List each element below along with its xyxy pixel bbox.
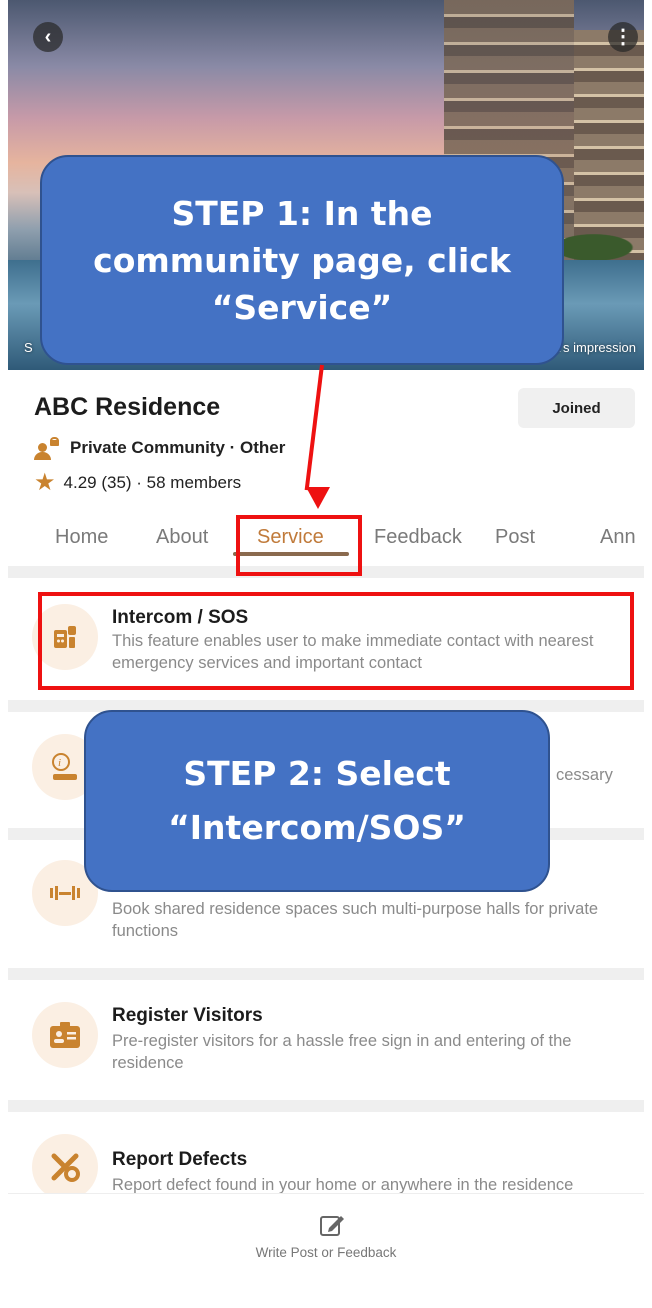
svg-text:i: i xyxy=(58,757,61,769)
rating-row: ★ 4.29 (35) · 58 members xyxy=(34,471,241,495)
tab-about[interactable]: About xyxy=(156,526,208,549)
back-button[interactable]: ‹ xyxy=(33,22,63,52)
service-description: cessary xyxy=(556,766,613,784)
chevron-left-icon: ‹ xyxy=(44,26,52,48)
more-options-button[interactable]: ⋮ xyxy=(608,22,638,52)
section-divider xyxy=(8,968,644,980)
service-title: Register Visitors xyxy=(112,1005,263,1026)
star-icon: ★ xyxy=(34,469,56,496)
more-vertical-icon: ⋮ xyxy=(613,26,633,48)
service-description: Report defect found in your home or anyw… xyxy=(112,1176,574,1194)
step-arrow-head xyxy=(306,487,330,509)
privacy-label: Private Community · Other xyxy=(70,438,286,457)
service-tab-highlight xyxy=(236,515,362,576)
service-description: Book shared residence spaces such multi-… xyxy=(112,900,599,940)
cover-caption-left: S xyxy=(24,340,33,355)
community-title: ABC Residence xyxy=(34,393,221,421)
section-divider xyxy=(8,1100,644,1112)
tools-icon xyxy=(32,1134,98,1194)
tab-feedback[interactable]: Feedback xyxy=(374,526,462,549)
tab-home[interactable]: Home xyxy=(55,526,108,549)
step-1-callout: STEP 1: In the community page, click “Se… xyxy=(40,155,564,365)
service-report-defects[interactable]: Report Defects Report defect found in yo… xyxy=(8,1112,644,1194)
privacy-row: Private Community · Other xyxy=(34,437,286,460)
service-title: Report Defects xyxy=(112,1149,248,1170)
tab-announcements[interactable]: Ann xyxy=(600,526,636,549)
compose-icon[interactable] xyxy=(320,1213,346,1237)
service-register-visitors[interactable]: Register Visitors Pre-register visitors … xyxy=(8,980,644,1100)
step-arrow xyxy=(304,364,324,491)
joined-button[interactable]: Joined xyxy=(518,388,635,428)
service-description: Pre-register visitors for a hassle free … xyxy=(112,1032,572,1072)
visitor-id-icon xyxy=(32,1002,98,1068)
intercom-highlight xyxy=(38,592,634,690)
private-community-icon xyxy=(34,437,64,460)
rating-label: 4.29 (35) · 58 members xyxy=(63,473,242,492)
tab-post[interactable]: Post xyxy=(495,526,535,549)
app-screen: ‹ ⋮ S ist's impression ABC Residence Joi… xyxy=(8,0,644,1308)
write-post-label[interactable]: Write Post or Feedback xyxy=(8,1245,644,1260)
step-2-callout: STEP 2: Select “Intercom/SOS” xyxy=(84,710,550,892)
